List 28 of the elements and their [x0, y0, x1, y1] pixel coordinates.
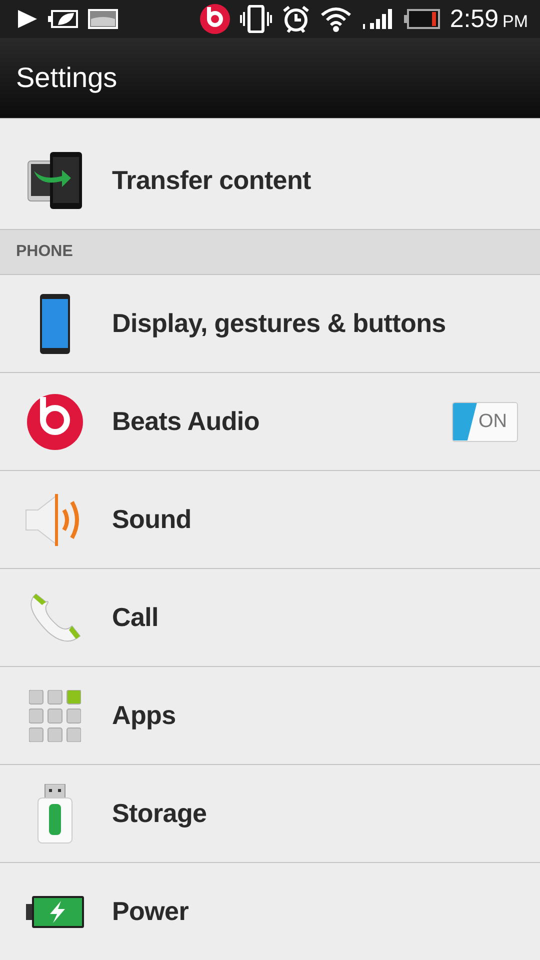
phone-transfer-icon — [26, 150, 84, 210]
settings-item[interactable]: Apps — [0, 667, 540, 764]
section-header: PHONE — [16, 243, 73, 261]
vibrate-icon — [240, 5, 272, 33]
settings-item[interactable]: Display, gestures & buttons — [0, 275, 540, 372]
screen-title: Settings — [16, 62, 118, 94]
wifi-icon — [320, 6, 352, 32]
beats-logo-icon — [26, 392, 84, 450]
settings-item[interactable]: Beats Audio ON — [0, 373, 540, 470]
settings-item[interactable]: Storage — [0, 765, 540, 862]
settings-item[interactable]: Power — [0, 863, 540, 960]
usb-drive-icon — [37, 784, 73, 844]
smartphone-icon — [39, 294, 71, 354]
beats-logo-icon — [200, 4, 230, 34]
clock-period: PM — [502, 12, 528, 32]
signal-icon — [362, 8, 394, 30]
clock-time: 2:59 — [450, 4, 498, 34]
battery-saver-icon — [48, 9, 78, 29]
settings-item[interactable]: Sound — [0, 471, 540, 568]
battery-low-icon — [404, 9, 440, 29]
app-grid-icon — [29, 690, 81, 742]
toggle-switch[interactable]: ON — [452, 402, 518, 442]
alarm-clock-icon — [282, 5, 310, 33]
play-icon — [16, 9, 38, 29]
settings-item[interactable]: Call — [0, 569, 540, 666]
settings-item[interactable]: Transfer content — [0, 132, 540, 229]
image-icon — [88, 9, 118, 29]
battery-charging-icon — [25, 894, 85, 928]
